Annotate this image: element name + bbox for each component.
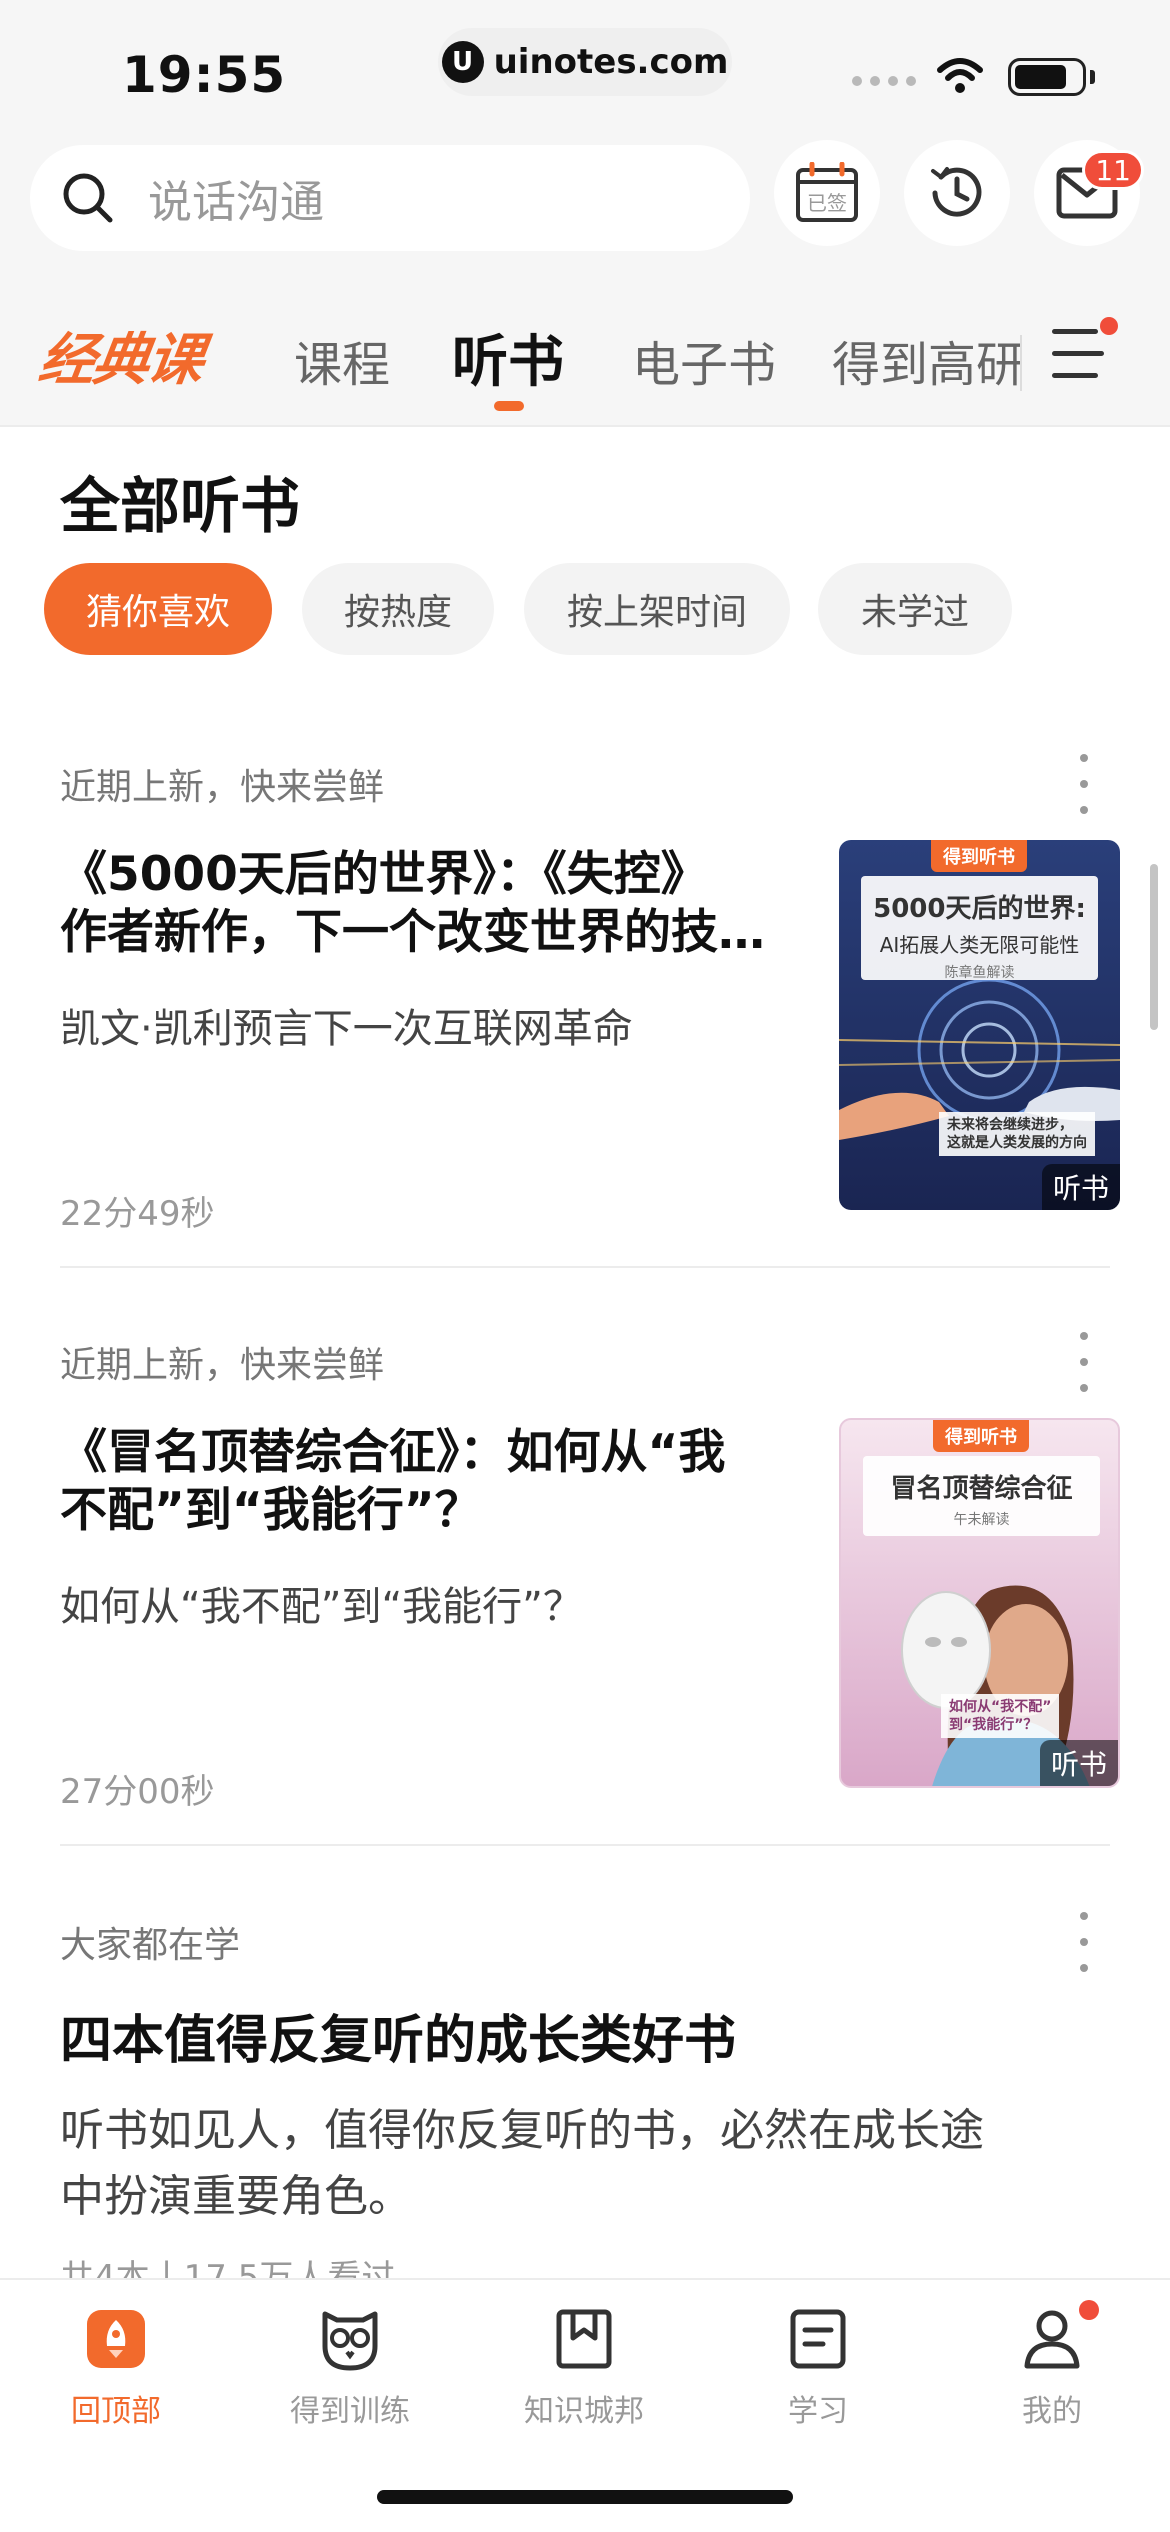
booklist-card[interactable]: 大家都在学 四本值得反复听的成长类好书 听书如见人，值得你反复听的书，必然在成长…: [60, 1908, 1110, 2278]
messages-button[interactable]: 11: [1034, 140, 1144, 246]
nav-label: 知识城邦: [524, 2394, 644, 2429]
filter-chip-recommended[interactable]: 猜你喜欢: [44, 563, 272, 655]
notebook-icon: [785, 2306, 851, 2372]
menu-notification-dot: [1100, 317, 1118, 335]
search-placeholder: 说话沟通: [148, 177, 324, 228]
search-icon: [63, 173, 113, 223]
cover-caption: 如何从“我不配” 到“我能行”？: [941, 1694, 1060, 1738]
card-subtitle: 如何从“我不配”到“我能行”？: [60, 1584, 583, 1630]
audiobook-card[interactable]: 近期上新，快来尝鲜 《冒名顶替综合征》：如何从“我 不配”到“我能行”？ 如何从…: [60, 1328, 1120, 1848]
book-cover: 得到听书 5000天后的世界: AI拓展人类无限可能性 陈章鱼解读 未来将会继续…: [839, 840, 1120, 1210]
filter-chip-popularity[interactable]: 按热度: [302, 563, 494, 655]
site-logo-icon: U: [441, 41, 484, 83]
rocket-icon: [83, 2306, 149, 2372]
card-subtitle: 凯文·凯利预言下一次互联网革命: [60, 1006, 633, 1052]
card-description: 听书如见人，值得你反复听的书，必然在成长途 中扮演重要角色。: [60, 2105, 984, 2222]
card-tag: 近期上新，快来尝鲜: [60, 767, 385, 808]
cover-label: 听书: [1042, 1164, 1120, 1210]
filter-chip-newest[interactable]: 按上架时间: [524, 563, 790, 655]
nav-knowledge-city[interactable]: 知识城邦: [484, 2306, 684, 2430]
status-bar: 19:55 U uinotes.com: [0, 0, 1170, 140]
cover-brand: 得到听书: [931, 840, 1027, 872]
history-clock-icon: [931, 167, 982, 217]
card-meta: 共4本丨17.5万人看过: [60, 2258, 396, 2278]
card-tag: 大家都在学: [60, 1925, 241, 1966]
card-title: 《冒名顶替综合征》：如何从“我 不配”到“我能行”？: [60, 1425, 726, 1538]
tab-advanced-research[interactable]: 得到高研: [832, 325, 1020, 395]
cover-caption: 未来将会继续进步， 这就是人类发展的方向: [939, 1112, 1095, 1156]
search-row: 说话沟通 已签 11: [0, 140, 1170, 265]
active-tab-indicator: [494, 401, 524, 411]
nav-study[interactable]: 学习: [718, 2306, 918, 2430]
scrollbar[interactable]: [1150, 864, 1158, 1030]
status-time: 19:55: [122, 46, 287, 104]
wifi-icon: [937, 58, 983, 93]
section-title: 全部听书: [60, 472, 300, 542]
battery-tip: [1090, 70, 1095, 84]
bookmark-book-icon: [551, 2306, 617, 2372]
url-text: uinotes.com: [493, 42, 729, 82]
card-title: 四本值得反复听的成长类好书: [60, 2011, 737, 2071]
nav-label: 学习: [788, 2394, 848, 2429]
mail-badge: 11: [1082, 150, 1144, 190]
category-tabs: 经典课 课程 听书 电子书 得到高研: [0, 265, 1170, 427]
card-title: 《5000天后的世界》：《失控》 作者新作，下一个改变世界的技…: [60, 847, 765, 960]
audiobook-card[interactable]: 近期上新，快来尝鲜 《5000天后的世界》：《失控》 作者新作，下一个改变世界的…: [60, 750, 1120, 1270]
tab-divider: [1020, 335, 1022, 391]
home-indicator: [377, 2490, 793, 2504]
nav-label: 我的: [1022, 2394, 1082, 2429]
card-tag: 近期上新，快来尝鲜: [60, 1345, 385, 1386]
nav-label: 回顶部: [71, 2394, 161, 2429]
tab-audiobooks[interactable]: 听书: [452, 317, 564, 398]
book-cover: 得到听书 冒名顶替综合征 午未解读 如何从“我不配” 到“我能行”？ 听书: [839, 1418, 1120, 1788]
history-button[interactable]: [904, 140, 1010, 246]
nav-label: 得到训练: [290, 2394, 410, 2429]
filter-chip-not-studied[interactable]: 未学过: [818, 563, 1012, 655]
tab-courses[interactable]: 课程: [294, 325, 390, 395]
card-duration: 27分00秒: [60, 1772, 215, 1812]
tab-ebooks[interactable]: 电子书: [632, 325, 776, 395]
signal-icon: [852, 76, 916, 86]
card-duration: 22分49秒: [60, 1194, 215, 1234]
battery-icon: [1008, 58, 1086, 96]
cover-title-box: 冒名顶替综合征 午未解读: [863, 1456, 1100, 1536]
divider: [60, 1844, 1110, 1846]
checkin-button[interactable]: 已签: [774, 140, 880, 246]
menu-icon[interactable]: [1052, 323, 1108, 383]
more-options-icon[interactable]: [1072, 1332, 1096, 1392]
user-icon: [1019, 2300, 1099, 2372]
checkin-label: 已签: [807, 191, 847, 215]
calendar-icon: 已签: [796, 162, 858, 222]
cover-label: 听书: [1040, 1740, 1118, 1786]
search-input[interactable]: 说话沟通: [30, 145, 750, 251]
profile-notification-dot: [1079, 2300, 1099, 2320]
tab-brand-classic[interactable]: 经典课: [34, 315, 207, 396]
nav-back-to-top[interactable]: 回顶部: [16, 2306, 216, 2430]
cover-title-box: 5000天后的世界: AI拓展人类无限可能性 陈章鱼解读: [861, 876, 1098, 981]
tab-clip: 得到高研: [830, 305, 1020, 395]
cover-brand: 得到听书: [933, 1420, 1029, 1452]
owl-icon: [317, 2306, 383, 2372]
more-options-icon[interactable]: [1072, 1912, 1096, 1972]
nav-profile[interactable]: 我的: [952, 2300, 1152, 2430]
more-options-icon[interactable]: [1072, 754, 1096, 814]
divider: [60, 1266, 1110, 1268]
nav-training[interactable]: 得到训练: [250, 2306, 450, 2430]
url-pill[interactable]: U uinotes.com: [438, 28, 732, 96]
